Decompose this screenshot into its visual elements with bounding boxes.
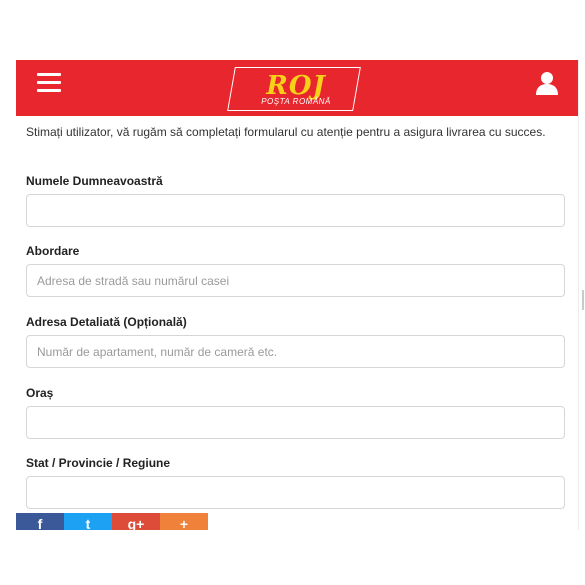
user-icon[interactable] xyxy=(535,70,559,96)
address-field[interactable] xyxy=(26,264,565,297)
intro-text: Stimați utilizator, vă rugăm să completa… xyxy=(26,125,546,139)
logo-text: POŞTA ROMÂNĂ xyxy=(261,97,331,106)
menu-icon[interactable] xyxy=(37,73,61,93)
name-label: Numele Dumneavoastră xyxy=(26,174,163,188)
scrollbar[interactable] xyxy=(582,290,584,310)
more-share-button[interactable]: + xyxy=(160,513,208,530)
twitter-share-button[interactable]: t xyxy=(64,513,112,530)
city-field[interactable] xyxy=(26,406,565,439)
state-field[interactable] xyxy=(26,476,565,509)
state-label: Stat / Provincie / Regiune xyxy=(26,456,171,470)
facebook-share-button[interactable]: f xyxy=(16,513,64,530)
address-detail-label: Adresa Detaliată (Opțională) xyxy=(26,315,187,329)
address-detail-field[interactable] xyxy=(26,335,565,368)
address-label: Abordare xyxy=(26,244,80,258)
city-label: Oraș xyxy=(26,386,54,400)
page-viewport: Stimați utilizator, vă rugăm să completa… xyxy=(16,60,579,530)
name-field[interactable] xyxy=(26,194,565,227)
share-bar: f t g+ + xyxy=(16,513,208,530)
site-header: ROJ POŞTA ROMÂNĂ xyxy=(16,60,578,116)
posta-romana-logo[interactable]: ROJ POŞTA ROMÂNĂ xyxy=(227,67,361,113)
google-plus-share-button[interactable]: g+ xyxy=(112,513,160,530)
